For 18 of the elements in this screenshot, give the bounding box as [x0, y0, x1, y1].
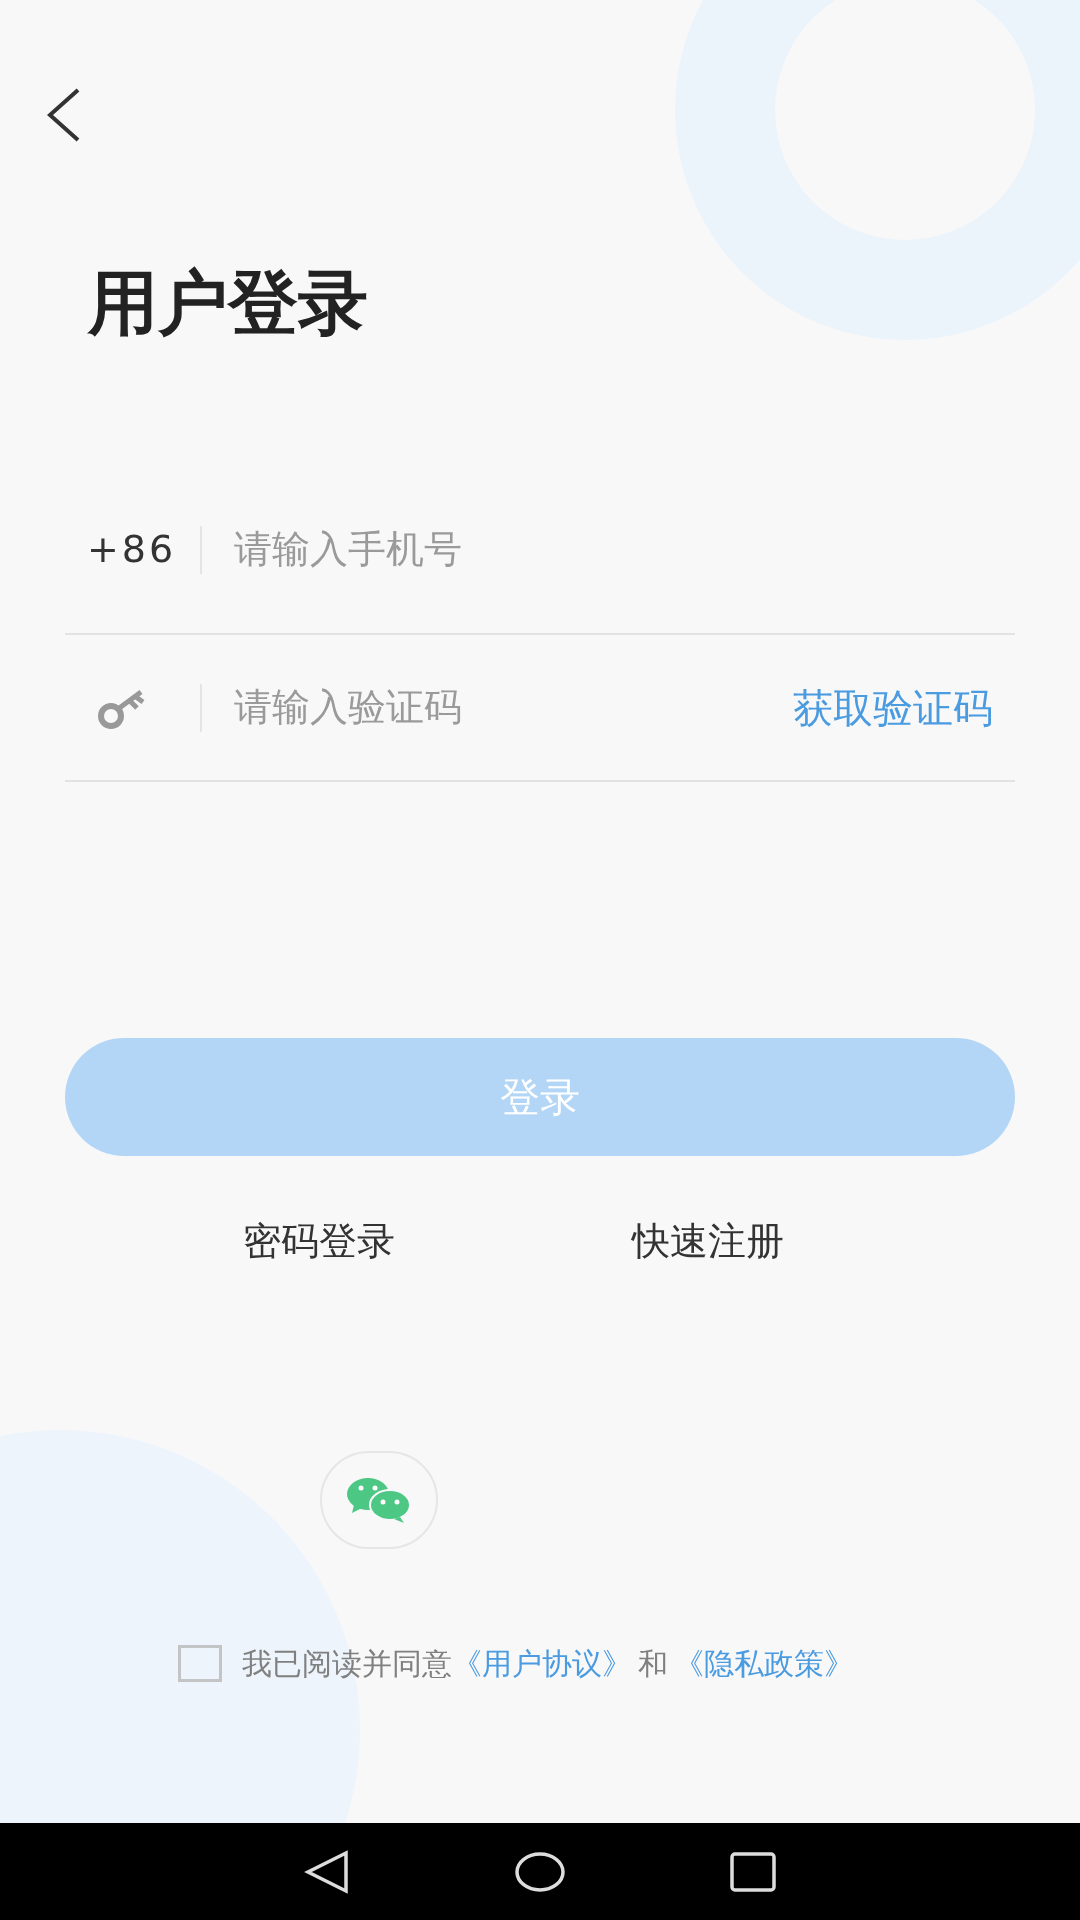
password-login-link[interactable]: 密码登录 — [243, 1212, 395, 1270]
page-title: 用户登录 — [88, 268, 369, 338]
quick-register-link[interactable]: 快速注册 — [632, 1212, 784, 1270]
country-code[interactable]: +86 — [65, 521, 200, 578]
get-code-button[interactable]: 获取验证码 — [793, 677, 1015, 738]
phone-input-field[interactable]: 请输入手机号 — [234, 521, 1015, 578]
home-icon[interactable] — [515, 1851, 565, 1892]
agreement-checkbox[interactable] — [178, 1645, 222, 1682]
agreement-text: 我已阅读并同意 — [242, 1645, 452, 1683]
code-input-row[interactable]: 请输入验证码 获取验证码 — [65, 635, 1015, 782]
phone-input-row[interactable]: +86 请输入手机号 — [65, 488, 1015, 635]
back-icon[interactable] — [304, 1849, 350, 1894]
conjunction-text: 和 — [638, 1645, 668, 1683]
chat-bubbles-icon — [346, 1477, 412, 1523]
privacy-policy-link[interactable]: 《隐私政策》 — [674, 1641, 854, 1686]
code-input-field[interactable]: 请输入验证码 — [234, 679, 793, 736]
user-agreement-link[interactable]: 《用户协议》 — [452, 1641, 632, 1686]
recent-apps-icon[interactable] — [730, 1851, 776, 1892]
